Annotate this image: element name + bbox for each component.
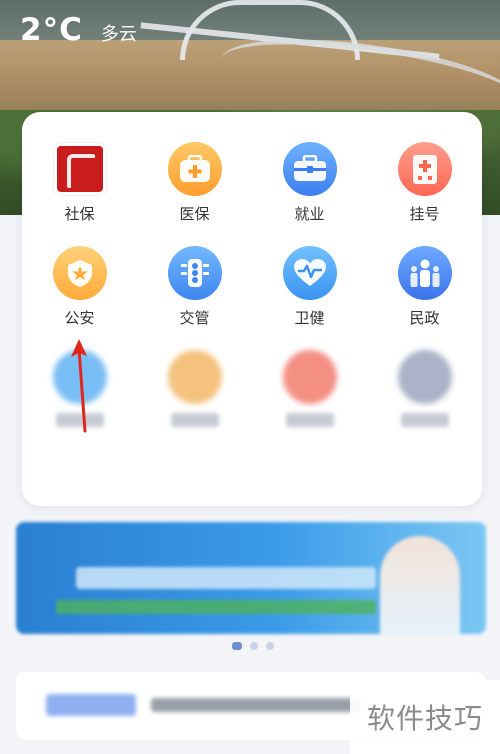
services-card: 社保 医保 就业 挂号 公安 交管 卫健 民政	[22, 112, 482, 506]
notice-text	[151, 698, 361, 712]
watermark: 软件技巧	[350, 680, 500, 754]
service-jiaoguan[interactable]: 交管	[137, 246, 252, 350]
service-blurred[interactable]	[137, 350, 252, 454]
carousel-dot[interactable]	[266, 642, 274, 650]
blurred-icon	[282, 350, 337, 404]
service-blurred[interactable]	[367, 350, 482, 454]
weather-widget[interactable]: 2°C 多云	[20, 12, 137, 48]
blurred-label	[55, 413, 104, 427]
medical-kit-icon	[167, 142, 222, 196]
service-label: 就业	[294, 205, 325, 223]
traffic-light-icon	[167, 246, 222, 300]
carousel-indicator	[232, 642, 274, 650]
weather-condition: 多云	[100, 24, 137, 45]
hospital-icon	[397, 142, 452, 196]
banner-headline	[76, 567, 376, 589]
service-yibao[interactable]: 医保	[137, 142, 252, 246]
service-label: 公安	[64, 309, 95, 327]
service-minzheng[interactable]: 民政	[367, 246, 482, 350]
services-row-blurred	[22, 350, 482, 454]
service-label: 医保	[179, 205, 210, 223]
service-blurred[interactable]	[22, 350, 137, 454]
blurred-label	[285, 413, 334, 427]
heart-pulse-icon	[282, 246, 337, 300]
service-guahao[interactable]: 挂号	[367, 142, 482, 246]
people-icon	[397, 246, 452, 300]
blurred-label	[170, 413, 219, 427]
services-row: 社保 医保 就业 挂号	[22, 142, 482, 246]
service-label: 交管	[179, 309, 210, 327]
briefcase-icon	[282, 142, 337, 196]
temperature: 2°C	[20, 12, 83, 48]
promo-banner[interactable]	[16, 522, 486, 634]
seal-icon	[52, 142, 107, 196]
notice-tag	[46, 694, 136, 716]
services-grid: 社保 医保 就业 挂号 公安 交管 卫健 民政	[22, 142, 482, 454]
service-label: 社保	[64, 205, 95, 223]
banner-subline	[56, 600, 376, 614]
service-label: 卫健	[294, 309, 325, 327]
service-gongan[interactable]: 公安	[22, 246, 137, 350]
blurred-icon	[397, 350, 452, 404]
police-badge-icon	[52, 246, 107, 300]
carousel-dot[interactable]	[250, 642, 258, 650]
service-weijian[interactable]: 卫健	[252, 246, 367, 350]
blurred-label	[400, 413, 449, 427]
banner-illustration	[380, 536, 460, 634]
service-shebao[interactable]: 社保	[22, 142, 137, 246]
service-label: 民政	[409, 309, 440, 327]
service-label: 挂号	[409, 205, 440, 223]
service-blurred[interactable]	[252, 350, 367, 454]
blurred-icon	[167, 350, 222, 404]
blurred-icon	[52, 350, 107, 404]
carousel-dot-active[interactable]	[232, 642, 242, 650]
seal-mark	[56, 146, 103, 192]
service-jiuye[interactable]: 就业	[252, 142, 367, 246]
services-row: 公安 交管 卫健 民政	[22, 246, 482, 350]
